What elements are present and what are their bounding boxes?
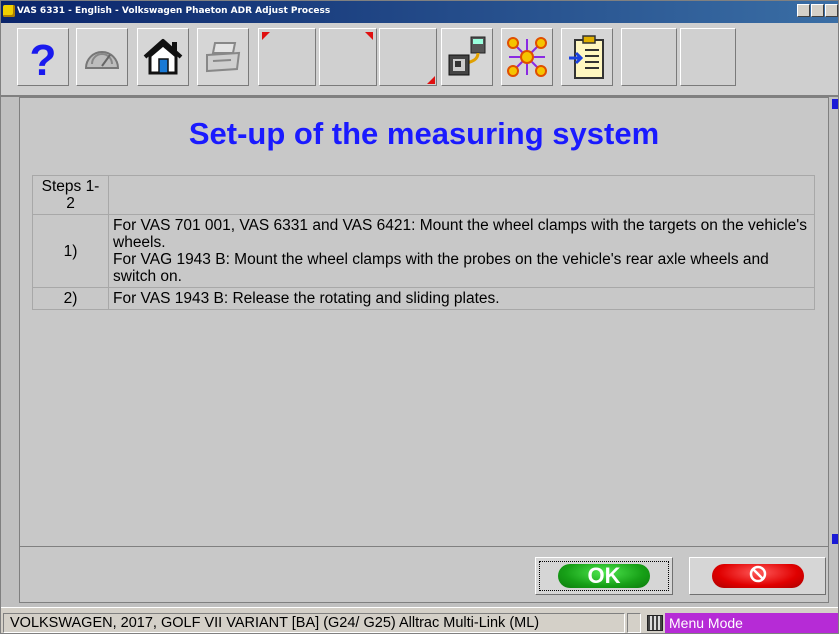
clipboard-icon — [567, 34, 607, 80]
maximize-button[interactable] — [811, 4, 824, 17]
window-title: VAS 6331 - English - Volkswagen Phaeton … — [17, 6, 331, 16]
network-nodes-icon — [505, 35, 549, 79]
table-header-row: Steps 1- 2 — [32, 175, 815, 215]
print-button[interactable] — [197, 28, 249, 86]
title-bar: VAS 6331 - English - Volkswagen Phaeton … — [1, 1, 838, 23]
page-title: Set-up of the measuring system — [188, 116, 660, 151]
table-row: 1) For VAS 701 001, VAS 6331 and VAS 642… — [32, 214, 815, 288]
speedometer-icon — [82, 42, 122, 72]
empty-toolbar-slot-2[interactable] — [319, 28, 377, 86]
ok-label: OK — [558, 564, 650, 588]
button-bar: OK — [19, 547, 829, 603]
content-panel: Set-up of the measuring system Steps 1- … — [19, 97, 829, 547]
cancel-button[interactable] — [689, 557, 826, 595]
step-number: 2) — [32, 287, 109, 310]
minimize-button[interactable] — [797, 4, 810, 17]
empty-toolbar-slot-5[interactable] — [680, 28, 736, 86]
house-icon — [141, 37, 185, 77]
network-button[interactable] — [501, 28, 553, 86]
app-icon — [3, 5, 15, 17]
close-button[interactable] — [825, 4, 838, 17]
scroll-up-indicator[interactable] — [832, 99, 838, 109]
empty-toolbar-slot-3[interactable] — [379, 28, 437, 86]
cancel-pill — [712, 564, 804, 588]
step-text: For VAS 701 001, VAS 6331 and VAS 6421: … — [108, 214, 815, 288]
application-window: VAS 6331 - English - Volkswagen Phaeton … — [0, 0, 839, 634]
steps-header-blank — [108, 175, 815, 215]
window-controls — [797, 4, 838, 17]
red-corner-marker-icon — [365, 32, 373, 40]
mode-badge: Menu Mode — [665, 613, 838, 633]
toolbar: ? — [1, 23, 838, 97]
question-mark-icon: ? — [28, 35, 58, 79]
clipboard-button[interactable] — [561, 28, 613, 86]
printer-icon — [203, 39, 243, 75]
empty-toolbar-slot-1[interactable] — [258, 28, 316, 86]
keyboard-icon — [647, 615, 663, 631]
ok-button[interactable]: OK — [535, 557, 673, 595]
red-corner-marker-icon — [262, 32, 270, 40]
measuring-device-icon — [445, 35, 489, 79]
scroll-down-indicator[interactable] — [832, 534, 838, 544]
status-separator — [627, 613, 641, 633]
red-corner-marker-icon — [427, 76, 435, 84]
no-entry-icon — [749, 565, 767, 588]
steps-header: Steps 1- 2 — [32, 175, 109, 215]
home-button[interactable] — [137, 28, 189, 86]
help-button[interactable]: ? — [17, 28, 69, 86]
step-text: For VAS 1943 B: Release the rotating and… — [108, 287, 815, 310]
scrollbar[interactable] — [830, 99, 838, 544]
status-bar: VOLKSWAGEN, 2017, GOLF VII VARIANT [BA] … — [1, 607, 838, 633]
gauge-button[interactable] — [76, 28, 128, 86]
device-button[interactable] — [441, 28, 493, 86]
table-row: 2) For VAS 1943 B: Release the rotating … — [32, 287, 815, 310]
steps-table: Steps 1- 2 1) For VAS 701 001, VAS 6331 … — [32, 175, 815, 310]
empty-toolbar-slot-4[interactable] — [621, 28, 677, 86]
svg-text:?: ? — [30, 36, 57, 79]
step-number: 1) — [32, 214, 109, 288]
vehicle-info: VOLKSWAGEN, 2017, GOLF VII VARIANT [BA] … — [3, 613, 625, 633]
